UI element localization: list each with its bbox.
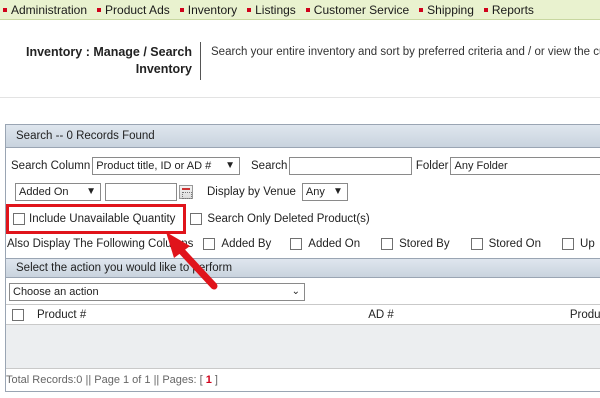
- action-select[interactable]: Choose an action ⌄: [9, 283, 305, 301]
- action-row: Choose an action ⌄: [6, 281, 600, 303]
- bullet-icon: [483, 7, 488, 12]
- page-title: Inventory : Manage / Search Inventory: [25, 45, 192, 76]
- page-header: Inventory : Manage / Search Inventory Se…: [0, 20, 600, 98]
- chevron-down-icon: ▼: [332, 186, 343, 197]
- results-table-header: Product # AD # Produ: [6, 304, 600, 325]
- nav-item-product-ads[interactable]: Product Ads: [97, 3, 170, 17]
- bullet-icon: [179, 7, 184, 12]
- calendar-icon[interactable]: [179, 185, 193, 199]
- added-on-label: Added On: [308, 238, 361, 250]
- bullet-icon: [97, 7, 102, 12]
- display-columns-row: Also Display The Following Columns Added…: [6, 233, 600, 255]
- bullet-icon: [419, 7, 424, 12]
- also-display-label: Also Display The Following Columns: [7, 238, 194, 250]
- panel-title: Search -- 0 Records Found: [6, 125, 600, 148]
- search-label: Search: [251, 160, 288, 172]
- search-column-select[interactable]: Product title, ID or AD # ▼: [92, 157, 241, 175]
- up-label: Up: [580, 238, 595, 250]
- top-nav: Administration Product Ads Inventory Lis…: [0, 0, 600, 20]
- nav-item-listings[interactable]: Listings: [247, 3, 296, 17]
- added-by-label: Added By: [221, 238, 272, 250]
- stored-on-checkbox[interactable]: [470, 238, 483, 250]
- search-deleted-checkbox[interactable]: [190, 213, 203, 225]
- date-field-select[interactable]: Added On ▼: [15, 183, 101, 201]
- column-product-number[interactable]: Product #: [37, 309, 86, 321]
- added-on-checkbox[interactable]: [290, 238, 303, 250]
- chevron-down-icon: ▼: [225, 160, 236, 171]
- nav-item-reports[interactable]: Reports: [483, 3, 534, 17]
- search-row: Search Column Product title, ID or AD # …: [6, 155, 600, 177]
- results-table-body: [6, 325, 600, 369]
- select-all-checkbox[interactable]: [12, 308, 24, 321]
- date-input[interactable]: [105, 183, 177, 201]
- search-deleted-label: Search Only Deleted Product(s): [207, 213, 370, 225]
- stored-on-label: Stored On: [488, 238, 542, 250]
- bullet-icon: [3, 7, 7, 12]
- bullet-icon: [305, 7, 310, 12]
- header-divider: [200, 42, 201, 80]
- chevron-down-icon: ⌄: [291, 286, 300, 297]
- venue-select[interactable]: Any ▼: [301, 183, 348, 201]
- column-product[interactable]: Produ: [570, 309, 600, 321]
- page-description: Search your entire inventory and sort by…: [211, 46, 600, 58]
- column-ad-number[interactable]: AD #: [368, 309, 394, 321]
- stored-by-checkbox[interactable]: [381, 238, 394, 250]
- added-by-checkbox[interactable]: [203, 238, 216, 250]
- display-by-venue-label: Display by Venue: [207, 186, 296, 198]
- action-section-bar: Select the action you would like to perf…: [6, 258, 600, 278]
- search-column-label: Search Column: [11, 160, 91, 172]
- folder-label: Folder: [415, 160, 449, 172]
- nav-item-shipping[interactable]: Shipping: [419, 3, 474, 17]
- stored-by-label: Stored By: [399, 238, 450, 250]
- folder-select[interactable]: Any Folder: [450, 157, 600, 175]
- nav-item-administration[interactable]: Administration: [3, 3, 87, 17]
- nav-item-inventory[interactable]: Inventory: [179, 3, 237, 17]
- date-filter-row: Added On ▼ Display by Venue Any ▼: [6, 181, 600, 203]
- pagination-summary: Total Records:0 || Page 1 of 1 || Pages:…: [6, 374, 203, 386]
- pagination-end: ]: [214, 374, 218, 386]
- bullet-icon: [247, 7, 252, 12]
- nav-item-customer-service[interactable]: Customer Service: [305, 3, 409, 17]
- up-checkbox[interactable]: [562, 238, 575, 250]
- chevron-down-icon: ▼: [86, 186, 96, 197]
- search-input[interactable]: [289, 157, 412, 175]
- page-link-current[interactable]: 1: [206, 374, 212, 386]
- highlight-box: [6, 204, 186, 234]
- search-panel: Search -- 0 Records Found Search Column …: [5, 124, 600, 392]
- pagination-footer: Total Records:0 || Page 1 of 1 || Pages:…: [6, 371, 600, 389]
